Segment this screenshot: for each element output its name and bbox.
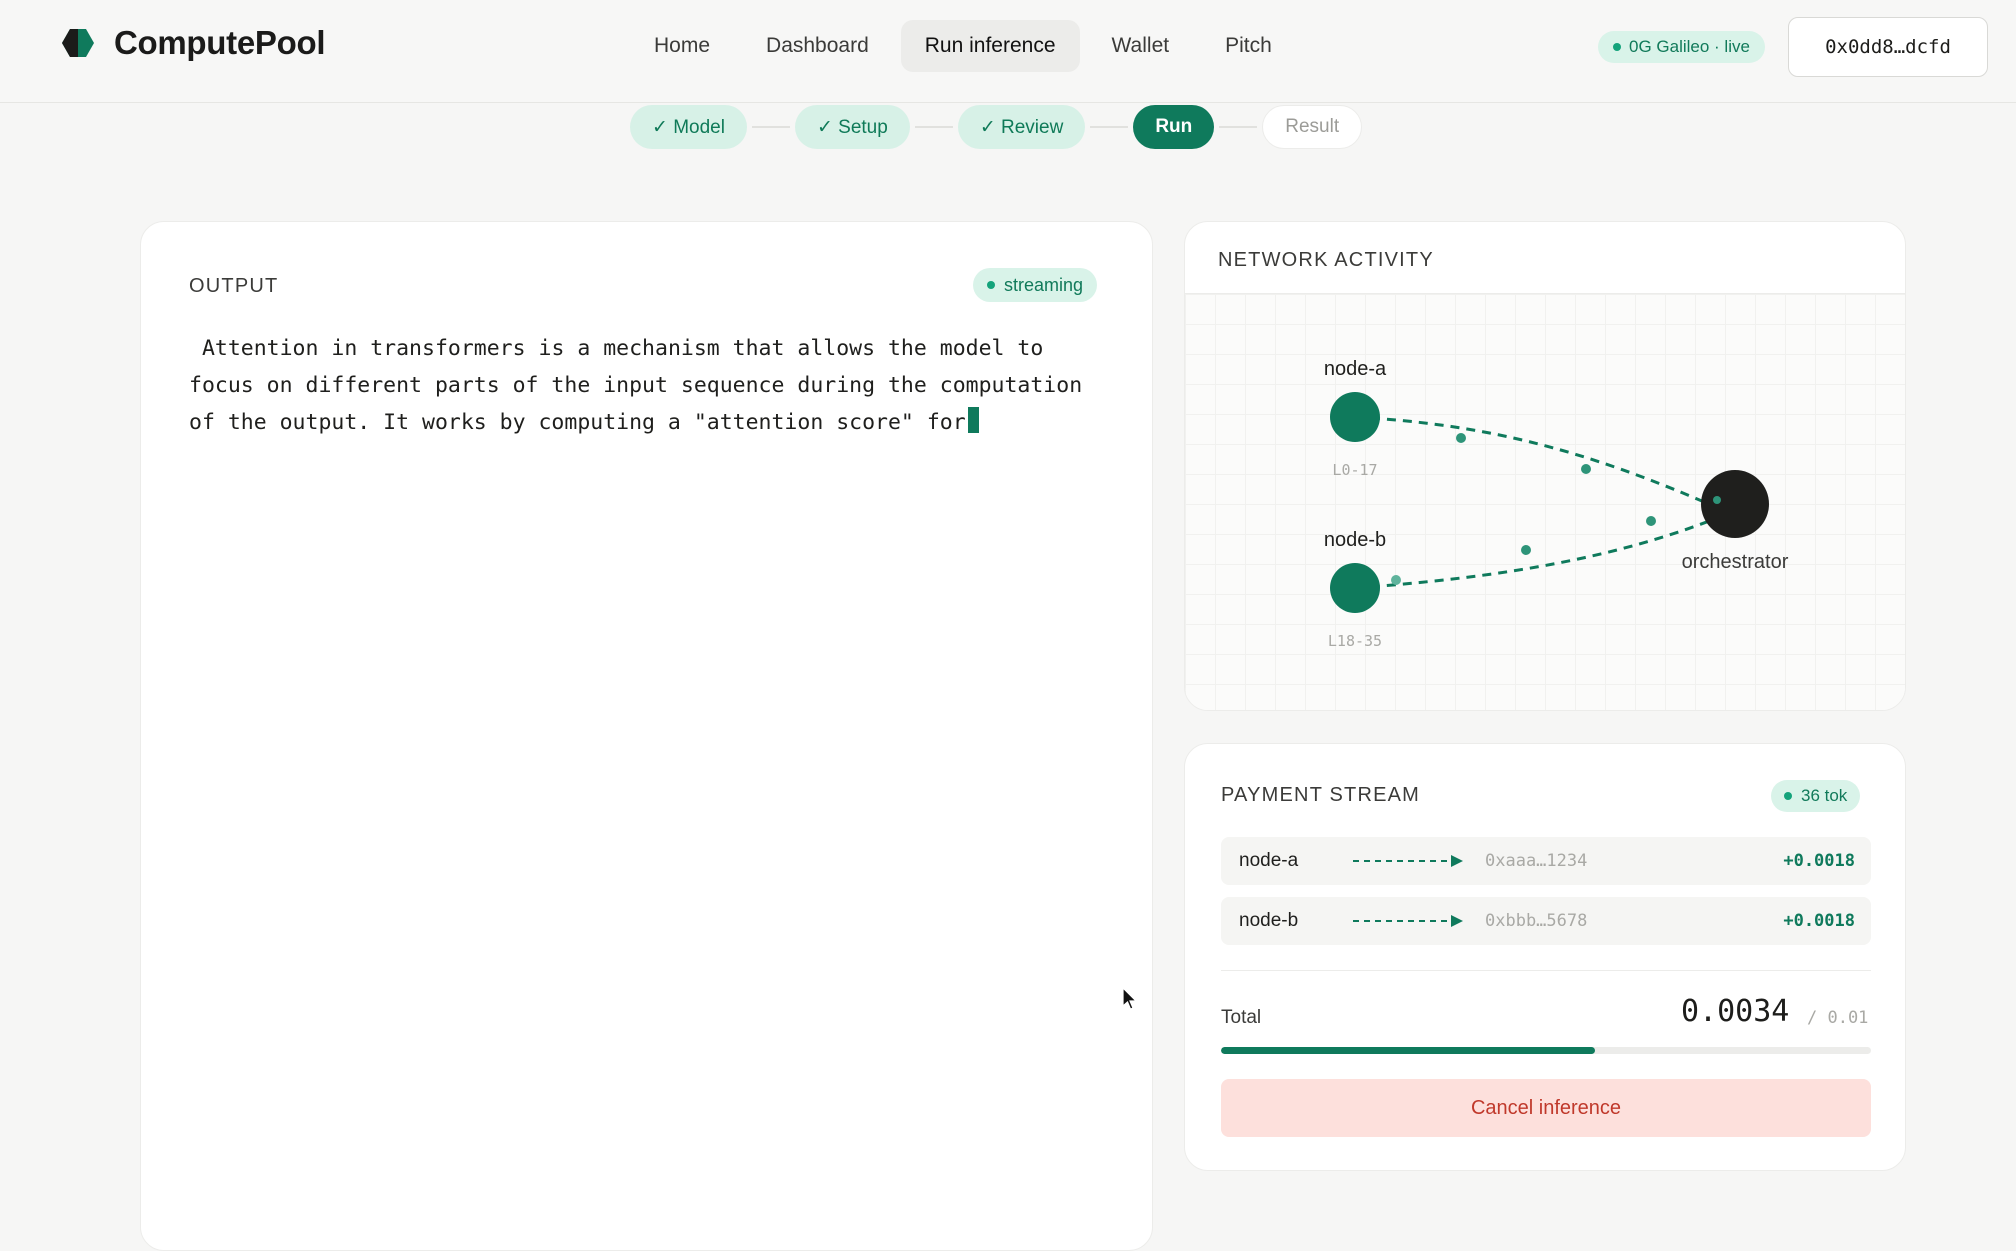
network-activity-panel: NETWORK ACTIVITY node-a L0-17 node-b L18… (1184, 221, 1906, 711)
packet-dot (1521, 545, 1531, 555)
node-a-label: node-a (1324, 358, 1387, 380)
node-a-circle[interactable] (1330, 392, 1380, 442)
text-cursor-icon (967, 407, 979, 433)
payment-stream-panel: PAYMENT STREAM 36 tok node-a 0xaaa…1234 … (1184, 743, 1906, 1171)
step-model[interactable]: ✓ Model (630, 105, 747, 149)
payment-amount: +0.0018 (1783, 851, 1855, 871)
main-nav: Home Dashboard Run inference Wallet Pitc… (630, 20, 1296, 72)
status-dot-icon (1613, 43, 1621, 51)
dashed-arrow-icon (1353, 855, 1463, 867)
streaming-badge: streaming (973, 268, 1098, 302)
step-connector (751, 126, 790, 128)
payment-address: 0xbbb…5678 (1485, 911, 1588, 931)
node-b-layers: L18-35 (1328, 632, 1382, 650)
nav-home[interactable]: Home (630, 20, 734, 72)
nav-dashboard[interactable]: Dashboard (742, 20, 893, 72)
payment-progress-fill (1221, 1047, 1595, 1054)
payment-row: node-b 0xbbb…5678 +0.0018 (1221, 897, 1871, 945)
payment-row: node-a 0xaaa…1234 +0.0018 (1221, 837, 1871, 885)
divider (1221, 970, 1871, 971)
dashed-arrow-icon (1353, 915, 1463, 927)
token-count-badge: 36 tok (1771, 780, 1861, 812)
status-dot-icon (1784, 792, 1792, 800)
payment-title: PAYMENT STREAM (1221, 784, 1421, 806)
packet-dot (1713, 496, 1721, 504)
payment-node-name: node-b (1239, 910, 1299, 931)
payment-address: 0xaaa…1234 (1485, 851, 1588, 871)
orchestrator-label: orchestrator (1682, 551, 1789, 573)
brand-name: ComputePool (114, 24, 326, 61)
total-value: 0.0034 (1681, 994, 1790, 1029)
brand[interactable]: ComputePool (62, 24, 325, 62)
mouse-pointer-icon (1122, 987, 1138, 1010)
output-text: Attention in transformers is a mechanism… (189, 336, 1096, 435)
top-bar: ComputePool Home Dashboard Run inference… (0, 0, 2016, 103)
payment-progress-bar (1221, 1047, 1871, 1054)
hexagon-logo-icon (62, 29, 94, 57)
total-label: Total (1221, 1007, 1262, 1028)
wallet-address-button[interactable]: 0x0dd8…dcfd (1788, 17, 1988, 77)
packet-dot (1646, 516, 1656, 526)
progress-stepper: ✓ Model ✓ Setup ✓ Review Run Result (630, 105, 1363, 149)
output-title: OUTPUT (189, 275, 279, 297)
packet-dot (1581, 464, 1591, 474)
network-status-label: 0G Galileo · live (1629, 37, 1750, 56)
payment-amount: +0.0018 (1783, 911, 1855, 931)
step-setup[interactable]: ✓ Setup (794, 105, 910, 149)
network-title: NETWORK ACTIVITY (1218, 249, 1434, 271)
node-a-layers: L0-17 (1332, 461, 1377, 479)
nav-wallet[interactable]: Wallet (1088, 20, 1194, 72)
streaming-label: streaming (1004, 274, 1084, 295)
nav-pitch[interactable]: Pitch (1201, 20, 1296, 72)
packet-dot (1391, 575, 1401, 585)
step-connector (914, 126, 953, 128)
output-panel: OUTPUT streaming Attention in transforme… (140, 221, 1153, 1251)
step-run[interactable]: Run (1133, 105, 1215, 149)
output-text-area: Attention in transformers is a mechanism… (189, 330, 1119, 441)
network-graph: node-a L0-17 node-b L18-35 orchestrator (1185, 294, 1905, 710)
step-connector (1090, 126, 1129, 128)
network-graph-svg: node-a L0-17 node-b L18-35 orchestrator (1324, 358, 1789, 650)
network-status-badge: 0G Galileo · live (1598, 31, 1765, 63)
step-connector (1219, 126, 1258, 128)
node-b-label: node-b (1324, 529, 1386, 551)
step-result: Result (1262, 105, 1363, 149)
cancel-inference-button[interactable]: Cancel inference (1221, 1079, 1871, 1137)
edge-node-a (1354, 415, 1728, 514)
edge-node-b (1354, 512, 1728, 590)
payment-node-name: node-a (1239, 850, 1299, 871)
token-count-label: 36 tok (1801, 786, 1848, 805)
step-review[interactable]: ✓ Review (957, 105, 1086, 149)
status-dot-icon (987, 281, 995, 289)
packet-dot (1456, 433, 1466, 443)
orchestrator-circle[interactable] (1701, 470, 1769, 538)
total-cap: / 0.01 (1807, 1008, 1869, 1028)
nav-run-inference[interactable]: Run inference (900, 20, 1080, 72)
node-b-circle[interactable] (1330, 563, 1380, 613)
